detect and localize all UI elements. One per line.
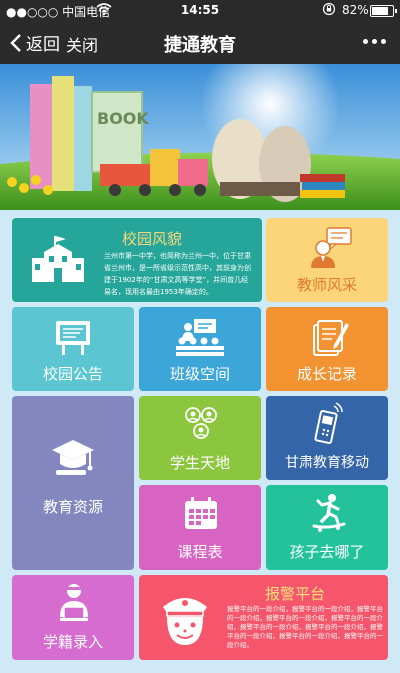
tile-campus-style-description: 兰州市第一中学，也简称为兰州一中，位于甘肃省兰州市，是一所省级示范性高中，其前身… — [104, 252, 251, 296]
close-button[interactable]: 关闭 — [66, 32, 98, 56]
tile-student-enrollment[interactable]: 学籍录入 — [12, 575, 134, 660]
tile-growth-record-label: 成长记录 — [296, 365, 357, 383]
tile-campus-notice-label: 校园公告 — [42, 365, 103, 383]
banner-image: BOOK — [0, 64, 400, 210]
school-building-icon — [30, 234, 86, 288]
student-laptop-icon — [56, 583, 92, 625]
tile-alarm-platform[interactable]: 报警平台 报警平台的一段介绍，报警平台的一段介绍，报警平台的一段介绍，报警平台的… — [139, 575, 388, 660]
tile-student-enrollment-label: 学籍录入 — [42, 633, 103, 651]
tile-child-location-label: 孩子去哪了 — [289, 543, 365, 561]
status-bar: ●●○○○ 中国电信 14:55 82% — [0, 0, 400, 20]
tile-course-schedule[interactable]: 课程表 — [139, 485, 261, 570]
tile-child-location[interactable]: 孩子去哪了 — [266, 485, 388, 570]
back-button[interactable]: 返回 — [10, 30, 60, 55]
mobile-phone-icon — [314, 402, 346, 448]
tile-education-resources-label: 教育资源 — [42, 498, 103, 516]
skateboarder-icon — [310, 493, 348, 537]
back-label: 返回 — [26, 35, 60, 55]
tile-gansu-mobile[interactable]: 甘肃教育移动 — [266, 396, 388, 480]
navigation-bar: 返回 关闭 捷通教育 — [0, 20, 400, 64]
tile-gansu-mobile-label: 甘肃教育移动 — [285, 455, 369, 471]
tile-class-space-label: 班级空间 — [169, 365, 230, 383]
notice-board-icon — [54, 319, 92, 361]
battery-percent: 82% — [342, 3, 369, 17]
tile-teacher-style-label: 教师风采 — [296, 276, 357, 294]
tile-campus-notice[interactable]: 校园公告 — [12, 307, 134, 391]
tile-alarm-platform-description: 报警平台的一段介绍，报警平台的一段介绍，报警平台的一段介绍，报警平台的一段介绍，… — [227, 605, 383, 649]
tile-course-schedule-label: 课程表 — [177, 543, 223, 561]
tile-education-resources[interactable]: 教育资源 — [12, 396, 134, 570]
tile-campus-style-label: 校园风貌 — [122, 230, 183, 248]
student-group-icon — [181, 404, 221, 448]
police-officer-icon — [155, 589, 215, 657]
graduation-cap-icon — [50, 438, 96, 480]
tile-campus-style[interactable]: 校园风貌 兰州市第一中学，也简称为兰州一中，位于甘肃省兰州市，是一所省级示范性高… — [12, 218, 262, 302]
rotation-lock-icon — [322, 2, 336, 19]
tile-student-world[interactable]: 学生天地 — [139, 396, 261, 480]
classroom-icon — [174, 319, 226, 361]
clock: 14:55 — [180, 3, 220, 17]
tile-student-world-label: 学生天地 — [169, 454, 230, 472]
more-options-icon[interactable] — [363, 39, 386, 44]
document-edit-icon — [310, 317, 350, 361]
calendar-icon — [183, 497, 219, 535]
tile-teacher-style[interactable]: 教师风采 — [266, 218, 388, 302]
battery-icon — [370, 5, 397, 17]
teacher-icon — [309, 226, 353, 274]
chevron-left-icon — [10, 33, 21, 52]
tile-growth-record[interactable]: 成长记录 — [266, 307, 388, 391]
tile-alarm-platform-label: 报警平台 — [265, 585, 326, 603]
tile-class-space[interactable]: 班级空间 — [139, 307, 261, 391]
banner-book-text: BOOK — [97, 109, 149, 128]
page-title: 捷通教育 — [164, 35, 236, 56]
